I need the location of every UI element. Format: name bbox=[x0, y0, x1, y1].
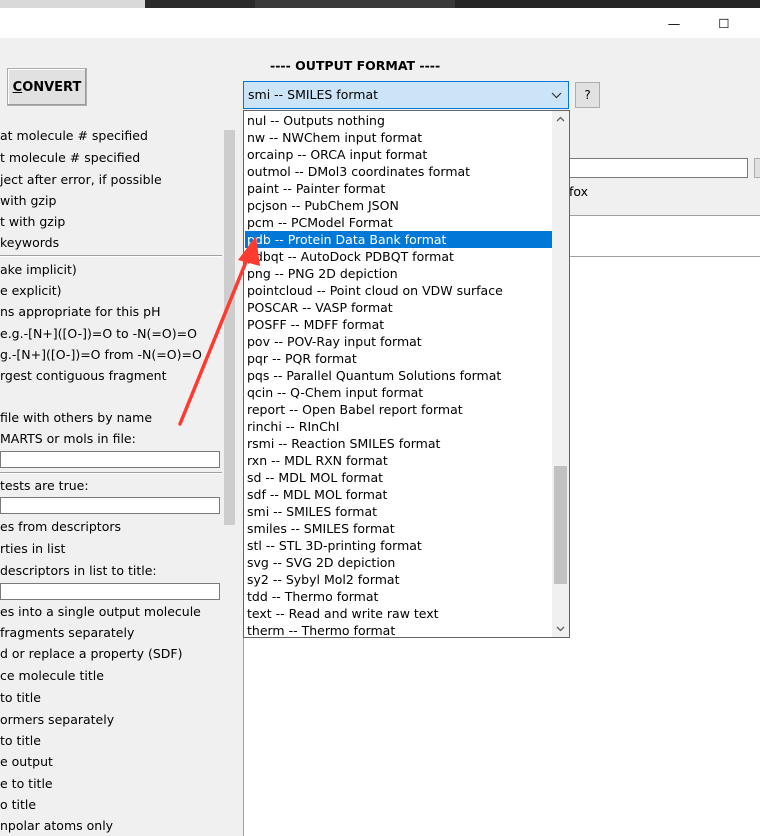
dropdown-item[interactable]: png -- PNG 2D depiction bbox=[245, 265, 552, 282]
option-label[interactable]: with gzip bbox=[0, 193, 56, 209]
option-label: descriptors in list to title: bbox=[0, 563, 157, 578]
dropdown-item[interactable]: POSCAR -- VASP format bbox=[245, 299, 552, 316]
dropdown-item[interactable]: stl -- STL 3D-printing format bbox=[245, 537, 552, 554]
output-format-heading: ---- OUTPUT FORMAT ---- bbox=[270, 58, 441, 73]
option-label[interactable]: e output bbox=[0, 754, 53, 770]
output-format-dropdown-list[interactable]: nul -- Outputs nothing nw -- NWChem input… bbox=[243, 110, 570, 638]
options-panel: at molecule # specified t molecule # spe… bbox=[0, 120, 237, 836]
taskbar-strip bbox=[0, 0, 760, 8]
option-label[interactable]: npolar atoms only bbox=[0, 818, 113, 834]
dropdown-item[interactable]: outmol -- DMol3 coordinates format bbox=[245, 163, 552, 180]
option-label[interactable]: fragments separately bbox=[0, 625, 134, 641]
dropdown-item[interactable]: nw -- NWChem input format bbox=[245, 129, 552, 146]
option-label[interactable]: keywords bbox=[0, 235, 59, 251]
options-scrollbar[interactable] bbox=[222, 120, 237, 836]
dropdown-item[interactable]: tdd -- Thermo format bbox=[245, 588, 552, 605]
dropdown-item[interactable]: text -- Read and write raw text bbox=[245, 605, 552, 622]
option-label[interactable]: es from descriptors bbox=[0, 519, 121, 535]
option-label[interactable]: ce molecule title bbox=[0, 668, 104, 684]
option-label[interactable]: ns appropriate for this pH bbox=[0, 304, 161, 320]
option-label[interactable]: ake implicit) bbox=[0, 262, 77, 278]
option-label[interactable]: ject after error, if possible bbox=[0, 172, 162, 188]
option-label[interactable]: t molecule # specified bbox=[0, 150, 140, 166]
dropdown-item[interactable]: pov -- POV-Ray input format bbox=[245, 333, 552, 350]
dropdown-item[interactable]: pqs -- Parallel Quantum Solutions format bbox=[245, 367, 552, 384]
descriptors-input[interactable] bbox=[0, 583, 220, 600]
output-format-select[interactable]: smi -- SMILES format bbox=[243, 81, 569, 109]
option-label: MARTS or mols in file: bbox=[0, 431, 136, 446]
dropdown-item[interactable]: rinchi -- RInChI bbox=[245, 418, 552, 435]
option-label[interactable]: rgest contiguous fragment bbox=[0, 368, 167, 384]
option-label[interactable]: es into a single output molecule bbox=[0, 604, 201, 620]
divider bbox=[0, 255, 222, 257]
side-button[interactable] bbox=[754, 158, 760, 178]
dropdown-item[interactable]: paint -- Painter format bbox=[245, 180, 552, 197]
scroll-up-icon[interactable] bbox=[552, 111, 569, 128]
option-label[interactable]: to title bbox=[0, 733, 41, 749]
dropdown-item[interactable]: svg -- SVG 2D depiction bbox=[245, 554, 552, 571]
dropdown-item[interactable]: smiles -- SMILES format bbox=[245, 520, 552, 537]
minimize-icon: — bbox=[667, 15, 681, 31]
option-label[interactable]: rties in list bbox=[0, 541, 65, 557]
option-label[interactable]: ormers separately bbox=[0, 712, 114, 728]
smarts-input[interactable] bbox=[0, 451, 220, 468]
dropdown-item[interactable]: sd -- MDL MOL format bbox=[245, 469, 552, 486]
dropdown-item[interactable]: report -- Open Babel report format bbox=[245, 401, 552, 418]
dropdown-item-highlighted[interactable]: pdb -- Protein Data Bank format bbox=[245, 231, 552, 248]
maximize-button[interactable]: ☐ bbox=[701, 8, 747, 38]
scroll-down-icon[interactable] bbox=[552, 620, 569, 637]
dropdown-item[interactable]: pcm -- PCModel Format bbox=[245, 214, 552, 231]
scrollbar-thumb[interactable] bbox=[224, 130, 235, 525]
scrollbar-thumb[interactable] bbox=[554, 466, 567, 584]
convert-button[interactable]: C ONVERT bbox=[7, 68, 87, 106]
option-label[interactable]: d or replace a property (SDF) bbox=[0, 646, 182, 662]
dropdown-item[interactable]: sy2 -- Sybyl Mol2 format bbox=[245, 571, 552, 588]
help-button[interactable]: ? bbox=[575, 82, 600, 108]
option-label-fox[interactable]: fox bbox=[569, 184, 588, 199]
dropdown-item[interactable]: therm -- Thermo format bbox=[245, 622, 552, 637]
dropdown-item[interactable]: smi -- SMILES format bbox=[245, 503, 552, 520]
dropdown-item[interactable]: pqr -- PQR format bbox=[245, 350, 552, 367]
dropdown-item[interactable]: rxn -- MDL RXN format bbox=[245, 452, 552, 469]
title-input[interactable] bbox=[569, 158, 748, 178]
right-options-box bbox=[569, 215, 760, 256]
divider bbox=[0, 472, 222, 474]
title-bar: — ☐ bbox=[0, 8, 760, 38]
dropdown-item[interactable]: rsmi -- Reaction SMILES format bbox=[245, 435, 552, 452]
dropdown-item[interactable]: sdf -- MDL MOL format bbox=[245, 486, 552, 503]
maximize-icon: ☐ bbox=[718, 15, 730, 31]
option-label[interactable]: to title bbox=[0, 690, 41, 706]
dropdown-scrollbar[interactable] bbox=[552, 111, 569, 637]
option-label[interactable]: e to title bbox=[0, 776, 53, 792]
convert-button-label: ONVERT bbox=[22, 79, 82, 95]
dropdown-item[interactable]: POSFF -- MDFF format bbox=[245, 316, 552, 333]
option-label[interactable]: at molecule # specified bbox=[0, 128, 148, 144]
option-label: tests are true: bbox=[0, 478, 89, 493]
option-label[interactable]: g.-[N+]([O-])=O from -N(=O)=O bbox=[0, 347, 202, 363]
dropdown-item[interactable]: orcainp -- ORCA input format bbox=[245, 146, 552, 163]
dropdown-item[interactable]: pointcloud -- Point cloud on VDW surface bbox=[245, 282, 552, 299]
option-label[interactable]: file with others by name bbox=[0, 410, 152, 426]
filter-input[interactable] bbox=[0, 497, 220, 514]
dropdown-item[interactable]: pdbqt -- AutoDock PDBQT format bbox=[245, 248, 552, 265]
convert-button-accelerator: C bbox=[12, 79, 23, 95]
dropdown-item[interactable]: qcin -- Q-Chem input format bbox=[245, 384, 552, 401]
output-format-selected: smi -- SMILES format bbox=[248, 87, 379, 102]
option-label[interactable]: o title bbox=[0, 797, 36, 813]
dropdown-item[interactable]: pcjson -- PubChem JSON bbox=[245, 197, 552, 214]
minimize-button[interactable]: — bbox=[651, 8, 697, 38]
option-label[interactable]: t with gzip bbox=[0, 214, 65, 230]
option-label[interactable]: e explicit) bbox=[0, 283, 62, 299]
dropdown-item[interactable]: nul -- Outputs nothing bbox=[245, 112, 552, 129]
option-label[interactable]: e.g.-[N+]([O-])=O to -N(=O)=O bbox=[0, 326, 197, 342]
